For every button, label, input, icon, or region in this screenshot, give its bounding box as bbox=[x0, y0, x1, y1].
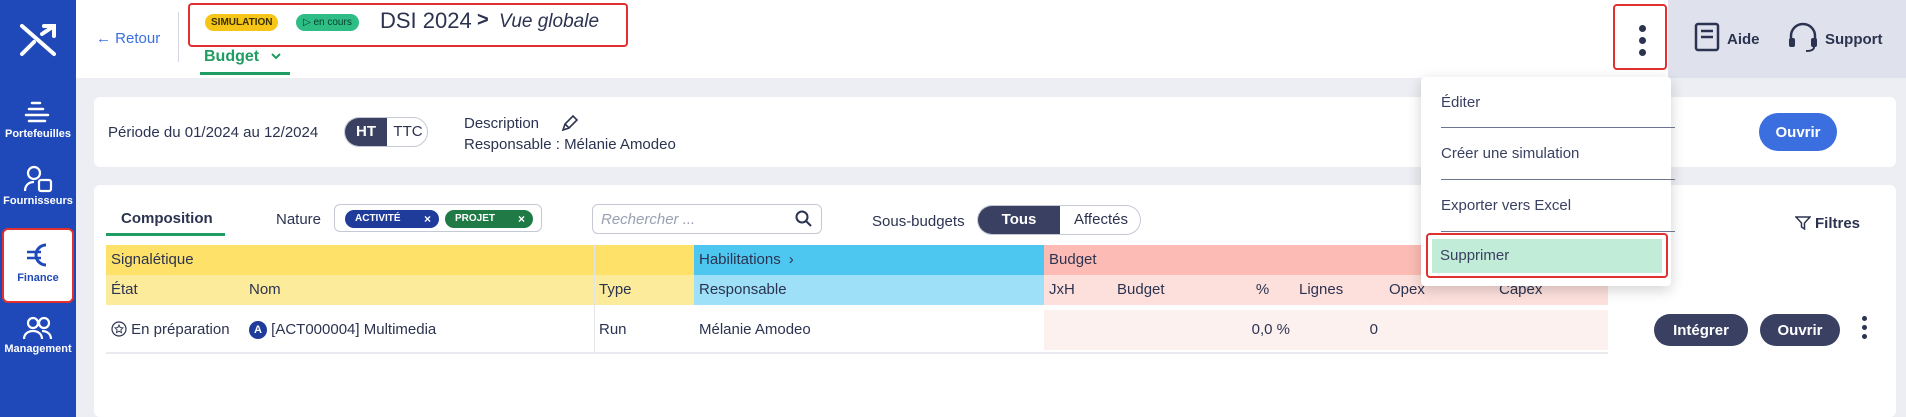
support-label: Support bbox=[1825, 31, 1883, 48]
star-circle-icon bbox=[111, 321, 127, 337]
menu-item-delete[interactable]: Supprimer bbox=[1426, 233, 1668, 278]
nature-label: Nature bbox=[276, 211, 322, 228]
tab-label: Budget bbox=[204, 48, 260, 65]
filters-button[interactable]: Filtres bbox=[1794, 212, 1861, 232]
more-actions-button[interactable] bbox=[1613, 4, 1667, 70]
close-icon[interactable]: × bbox=[424, 210, 431, 228]
kebab-dot bbox=[1639, 49, 1646, 56]
nav-label: Fournisseurs bbox=[3, 195, 73, 207]
menu-item-export-excel[interactable]: Exporter vers Excel bbox=[1441, 197, 1571, 214]
nav-item-finance[interactable]: Finance bbox=[2, 228, 74, 303]
col-lignes[interactable]: Lignes bbox=[1294, 275, 1384, 305]
nav-item-management[interactable]: Management bbox=[0, 305, 76, 377]
supplier-icon bbox=[23, 165, 53, 193]
chip-label: PROJET bbox=[455, 213, 496, 224]
description-label: Description bbox=[464, 115, 540, 132]
row-divider bbox=[106, 352, 1608, 354]
col-type[interactable]: Type bbox=[594, 275, 694, 305]
chevron-down-icon bbox=[270, 53, 281, 60]
menu-item-edit[interactable]: Éditer bbox=[1441, 94, 1480, 111]
period-text: Période du 01/2024 au 12/2024 bbox=[108, 124, 319, 141]
chevron-right-icon: › bbox=[788, 251, 794, 268]
chip-activity[interactable]: ACTIVITÉ × bbox=[345, 210, 439, 228]
row-open-button[interactable]: Ouvrir bbox=[1760, 314, 1840, 346]
menu-divider bbox=[1441, 127, 1675, 128]
users-icon bbox=[23, 316, 53, 340]
integrate-button[interactable]: Intégrer bbox=[1654, 314, 1748, 346]
cell-type: Run bbox=[599, 321, 627, 338]
group-signaletique: Signalétique bbox=[106, 245, 594, 275]
col-budget[interactable]: Budget bbox=[1112, 275, 1226, 305]
tab-composition[interactable]: Composition bbox=[121, 210, 213, 227]
cell-nom[interactable]: A [ACT000004] Multimedia bbox=[244, 310, 594, 350]
filters-label: Filtres bbox=[1815, 215, 1861, 232]
filter-icon bbox=[1794, 216, 1812, 231]
chip-label: ACTIVITÉ bbox=[355, 213, 401, 224]
col-nom[interactable]: Nom bbox=[244, 275, 594, 305]
seg-all[interactable]: Tous bbox=[978, 206, 1060, 234]
status-text: En préparation bbox=[131, 321, 230, 338]
nav-item-suppliers[interactable]: Fournisseurs bbox=[0, 155, 76, 227]
subbudgets-label: Sous-budgets bbox=[872, 213, 965, 230]
group-empty bbox=[594, 245, 694, 275]
search-input[interactable] bbox=[592, 204, 822, 234]
sidebar: Portefeuilles Fournisseurs Finance Manag… bbox=[0, 0, 76, 417]
help-button[interactable]: Aide bbox=[1693, 22, 1760, 56]
help-label: Aide bbox=[1727, 31, 1760, 48]
portfolio-icon bbox=[24, 101, 50, 123]
col-jxh[interactable]: JxH bbox=[1044, 275, 1112, 305]
support-button[interactable]: Support bbox=[1787, 22, 1883, 56]
toggle-ttc[interactable]: TTC bbox=[387, 118, 427, 146]
app-logo-icon[interactable] bbox=[18, 20, 58, 60]
cell-etat: En préparation bbox=[106, 310, 244, 350]
responsible-text: Responsable : Mélanie Amodeo bbox=[464, 136, 676, 153]
open-button[interactable]: Ouvrir bbox=[1759, 113, 1837, 151]
type-badge: A bbox=[249, 321, 267, 339]
col-responsable[interactable]: Responsable bbox=[694, 275, 1044, 305]
col-etat[interactable]: État bbox=[106, 275, 244, 305]
group-label: Habilitations bbox=[699, 251, 781, 268]
pencil-icon[interactable] bbox=[560, 115, 578, 133]
subbudgets-toggle[interactable]: Tous Affectés bbox=[977, 205, 1141, 235]
nav-label: Finance bbox=[17, 272, 59, 284]
headset-icon bbox=[1789, 22, 1817, 52]
simulation-badge: SIMULATION bbox=[205, 14, 279, 31]
back-link[interactable]: ← Retour bbox=[96, 30, 160, 47]
kebab-dot bbox=[1639, 37, 1646, 44]
tab-indicator bbox=[106, 233, 225, 236]
page-subtitle: Vue globale bbox=[499, 11, 600, 32]
col-percent[interactable]: % bbox=[1226, 275, 1294, 305]
menu-divider bbox=[1441, 231, 1675, 232]
ht-ttc-toggle[interactable]: HT TTC bbox=[344, 117, 428, 147]
cell-lignes: 0 bbox=[1369, 321, 1378, 338]
column-divider bbox=[594, 245, 595, 353]
menu-item-delete-label[interactable]: Supprimer bbox=[1432, 239, 1662, 273]
nav-label: Portefeuilles bbox=[4, 128, 72, 140]
tab-budget[interactable]: Budget bbox=[204, 48, 282, 66]
cell-percent: 0,0 % bbox=[1251, 321, 1290, 338]
close-icon[interactable]: × bbox=[518, 210, 525, 228]
search-icon[interactable] bbox=[795, 210, 813, 228]
menu-divider bbox=[1441, 179, 1675, 180]
menu-item-create-simulation[interactable]: Créer une simulation bbox=[1441, 145, 1579, 162]
divider bbox=[178, 12, 179, 62]
cell-responsable: Mélanie Amodeo bbox=[699, 321, 811, 338]
kebab-dot bbox=[1639, 25, 1646, 32]
tab-indicator bbox=[200, 72, 290, 75]
toggle-ht[interactable]: HT bbox=[345, 118, 387, 146]
nav-label: Management bbox=[4, 343, 72, 355]
chip-project[interactable]: PROJET × bbox=[445, 210, 533, 228]
book-icon bbox=[1694, 22, 1720, 52]
breadcrumb-separator: > bbox=[477, 9, 489, 31]
group-habilitations[interactable]: Habilitations › bbox=[694, 245, 1044, 275]
item-name: [ACT000004] Multimedia bbox=[271, 321, 437, 338]
nature-filter[interactable]: ACTIVITÉ × PROJET × bbox=[334, 204, 542, 232]
page-title: DSI 2024 bbox=[380, 8, 472, 33]
euro-icon bbox=[27, 243, 47, 267]
seg-assigned[interactable]: Affectés bbox=[1060, 206, 1140, 234]
nav-item-portfolios[interactable]: Portefeuilles bbox=[0, 90, 76, 162]
row-more-icon[interactable] bbox=[1862, 316, 1867, 343]
status-badge: ▷ en cours bbox=[296, 14, 359, 31]
